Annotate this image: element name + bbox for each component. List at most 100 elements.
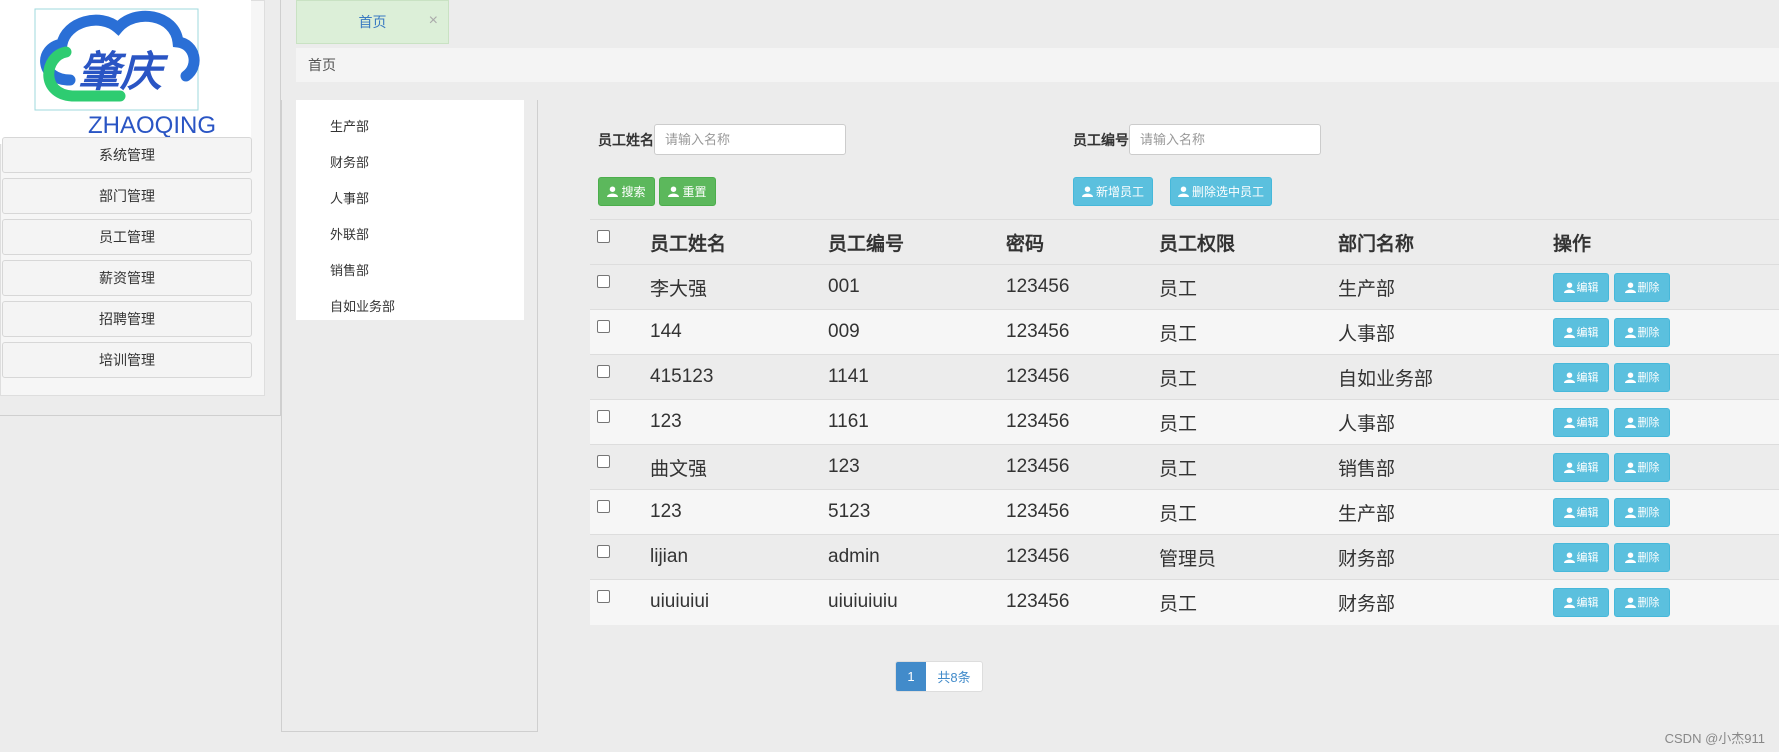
delete-button[interactable]: 删除 (1614, 362, 1670, 392)
edit-button[interactable]: 编辑 (1553, 272, 1609, 302)
department-item[interactable]: 销售部 (296, 251, 524, 287)
employee-table: 员工姓名 员工编号 密码 员工权限 部门名称 操作 李大强 001 123456 员工… (590, 219, 1779, 625)
edit-button[interactable]: 编辑 (1553, 587, 1609, 617)
user-icon (607, 186, 619, 197)
delete-button[interactable]: 删除 (1614, 407, 1670, 437)
column-header: 操作 (1553, 219, 1779, 265)
edit-button-label: 编辑 (1576, 327, 1599, 339)
edit-button[interactable]: 编辑 (1553, 542, 1609, 572)
column-header: 部门名称 (1338, 219, 1553, 265)
user-icon (1563, 281, 1575, 293)
table-cell: 员工 (1159, 489, 1338, 535)
user-icon (1563, 326, 1575, 338)
department-item[interactable]: 财务部 (296, 143, 524, 179)
edit-button[interactable]: 编辑 (1553, 452, 1609, 482)
logo-brand-cn: 肇庆 (78, 47, 169, 96)
edit-button-label: 编辑 (1576, 462, 1599, 474)
row-checkbox[interactable] (597, 455, 610, 468)
delete-button-label: 删除 (1637, 327, 1660, 339)
sidebar-menu: 系统管理 部门管理 员工管理 薪资管理 招聘管理 培训管理 (2, 137, 252, 383)
edit-button-label: 编辑 (1576, 372, 1599, 384)
employee-number-label: 员工编号 (1073, 132, 1129, 148)
row-checkbox[interactable] (597, 365, 610, 378)
table-cell: 123456 (1006, 579, 1159, 625)
delete-button[interactable]: 删除 (1614, 542, 1670, 572)
department-item[interactable]: 外联部 (296, 215, 524, 251)
user-icon (1081, 186, 1093, 197)
user-icon (1624, 597, 1636, 608)
search-button-label: 搜索 (621, 185, 646, 199)
sidebar-item-employee[interactable]: 员工管理 (2, 219, 252, 255)
reset-button-label: 重置 (682, 185, 707, 199)
row-checkbox[interactable] (597, 320, 610, 333)
table-cell: 123456 (1006, 399, 1159, 445)
user-icon (1624, 326, 1636, 338)
employee-name-label: 员工姓名 (598, 132, 654, 148)
table-cell: 人事部 (1338, 399, 1553, 445)
watermark: CSDN @小杰911 (1664, 731, 1765, 746)
row-checkbox[interactable] (597, 545, 610, 558)
table-cell: 财务部 (1338, 579, 1553, 625)
column-header: 员工权限 (1159, 219, 1338, 265)
row-checkbox[interactable] (597, 590, 610, 604)
table-cell: lijian (650, 534, 828, 580)
employee-name-input[interactable] (654, 124, 846, 155)
delete-button-label: 删除 (1637, 372, 1660, 384)
delete-button[interactable]: 删除 (1614, 497, 1670, 527)
user-icon (1624, 371, 1636, 383)
table-cell: 销售部 (1338, 444, 1553, 490)
user-icon (1563, 461, 1575, 473)
sidebar-item-label: 薪资管理 (99, 270, 155, 286)
table-cell: 415123 (650, 354, 828, 400)
delete-button[interactable]: 删除 (1614, 587, 1670, 617)
table-cell: 144 (650, 309, 828, 355)
delete-button[interactable]: 删除 (1614, 272, 1670, 302)
tab-label: 首页 (358, 14, 387, 30)
sidebar-item-salary[interactable]: 薪资管理 (2, 260, 252, 296)
department-item[interactable]: 生产部 (296, 107, 524, 143)
column-header: 员工编号 (828, 219, 1006, 265)
delete-button[interactable]: 删除 (1614, 317, 1670, 347)
edit-button[interactable]: 编辑 (1553, 407, 1609, 437)
left-sidebar: 肇庆 ZHAOQING 系统管理 部门管理 员工管理 薪资管理 招聘管理 培训管… (0, 0, 281, 416)
sidebar-item-system[interactable]: 系统管理 (2, 137, 252, 173)
edit-button[interactable]: 编辑 (1553, 362, 1609, 392)
delete-selected-button[interactable]: 删除选中员工 (1170, 177, 1272, 206)
table-row: 415123 1141 123456 员工 自如业务部 编辑 删除 (590, 354, 1779, 400)
row-checkbox[interactable] (597, 500, 610, 513)
table-cell: 人事部 (1338, 309, 1553, 355)
user-icon (668, 186, 680, 197)
close-icon[interactable]: × (429, 12, 438, 30)
user-icon (1624, 281, 1636, 293)
breadcrumb: 首页 (296, 48, 1779, 82)
add-employee-button[interactable]: 新增员工 (1073, 177, 1153, 206)
select-all-checkbox[interactable] (597, 230, 610, 243)
sidebar-item-department[interactable]: 部门管理 (2, 178, 252, 214)
table-cell: 123456 (1006, 309, 1159, 355)
row-checkbox[interactable] (597, 275, 610, 288)
department-list: 生产部 财务部 人事部 外联部 销售部 自如业务部 (296, 100, 524, 320)
table-cell: 员工 (1159, 354, 1338, 400)
reset-button[interactable]: 重置 (659, 177, 716, 206)
user-icon (1624, 416, 1636, 428)
department-item[interactable]: 自如业务部 (296, 287, 524, 323)
sidebar-item-recruit[interactable]: 招聘管理 (2, 301, 252, 337)
sidebar-item-training[interactable]: 培训管理 (2, 342, 252, 378)
search-button[interactable]: 搜索 (598, 177, 655, 206)
tab-home[interactable]: 首页 × (296, 0, 449, 44)
edit-button[interactable]: 编辑 (1553, 317, 1609, 347)
column-header: 员工姓名 (650, 219, 828, 265)
user-icon (1624, 551, 1636, 563)
delete-button[interactable]: 删除 (1614, 452, 1670, 482)
sidebar-item-label: 部门管理 (99, 188, 155, 204)
delete-selected-button-label: 删除选中员工 (1191, 185, 1264, 199)
table-cell: 自如业务部 (1338, 354, 1553, 400)
table-cell: 员工 (1159, 309, 1338, 355)
edit-button[interactable]: 编辑 (1553, 497, 1609, 527)
employee-number-input[interactable] (1129, 124, 1321, 155)
department-item[interactable]: 人事部 (296, 179, 524, 215)
row-checkbox[interactable] (597, 410, 610, 423)
page-button-current[interactable]: 1 (896, 662, 926, 691)
delete-button-label: 删除 (1637, 552, 1660, 564)
table-cell: 员工 (1159, 444, 1338, 490)
